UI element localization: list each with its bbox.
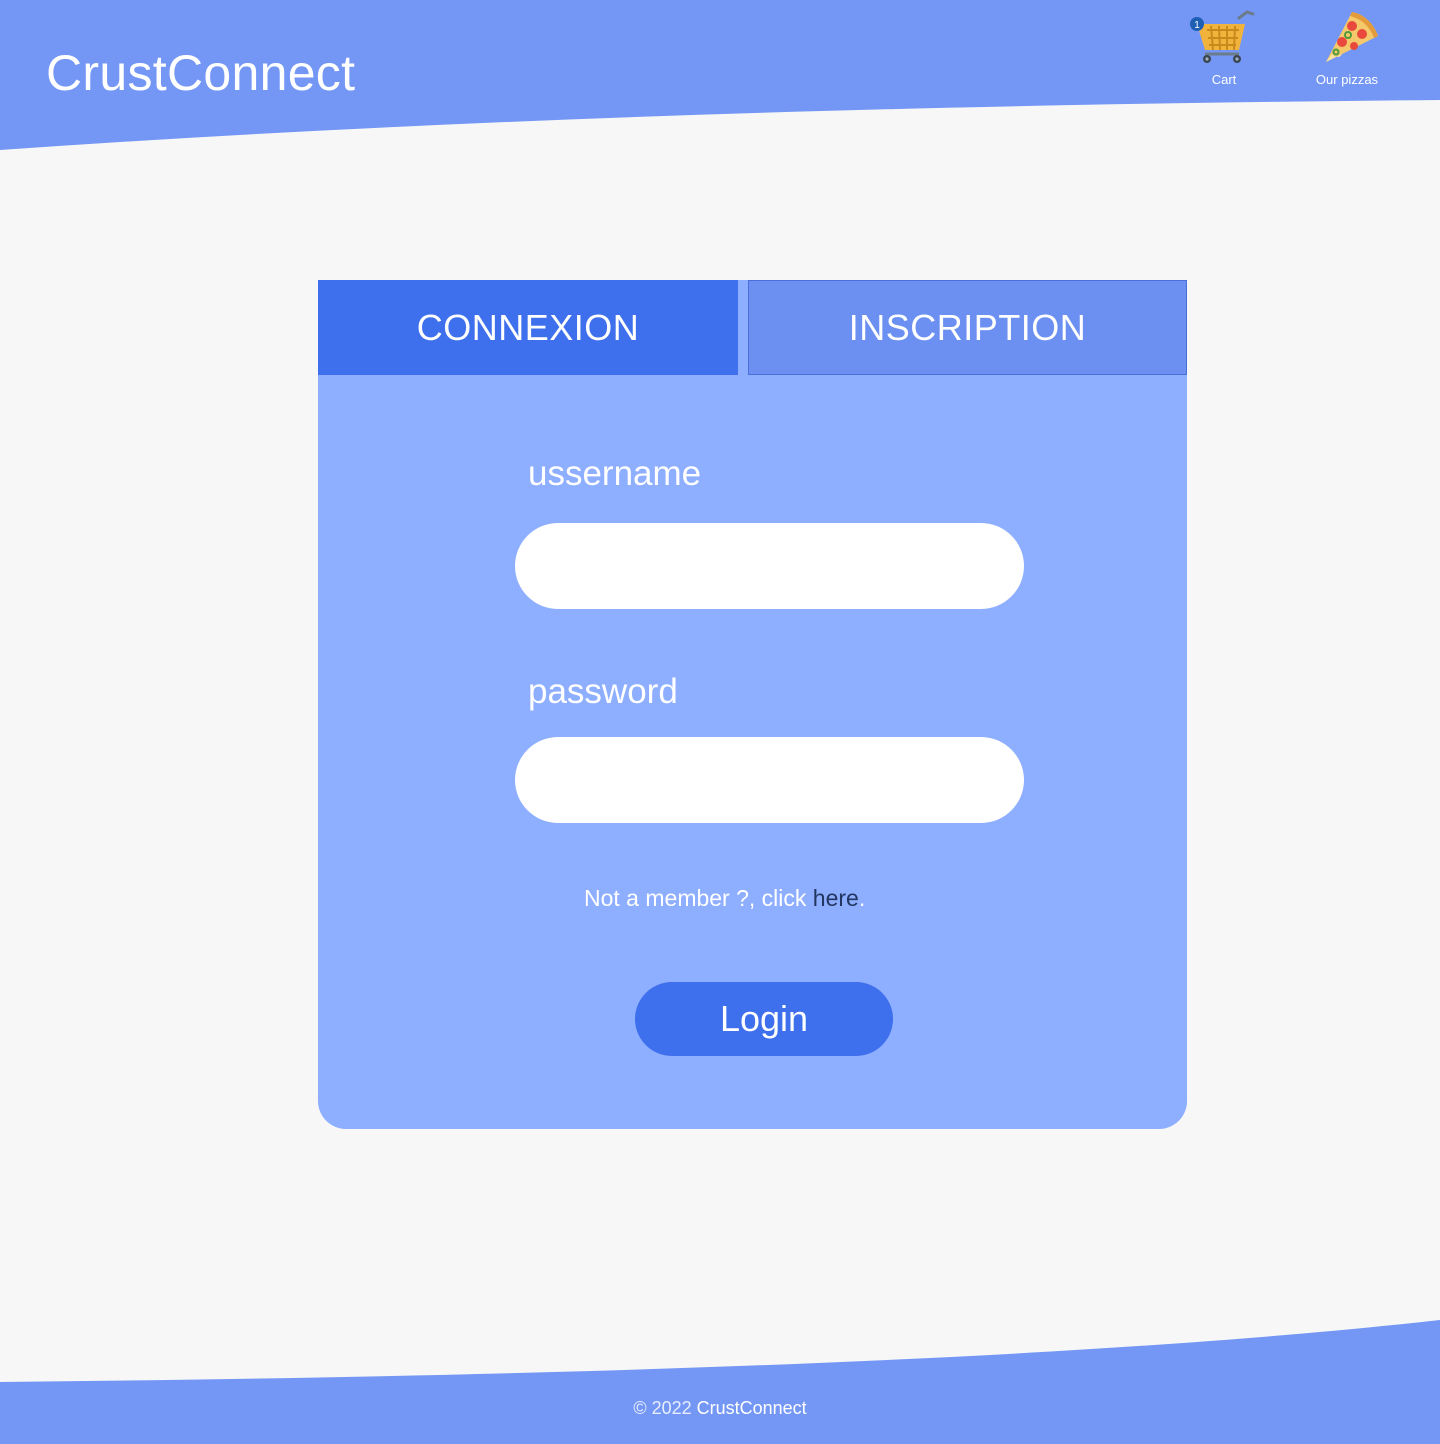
cart-badge: 1 <box>1194 20 1200 31</box>
cart-icon: 1 <box>1190 10 1255 63</box>
copyright-text: © 2022 <box>633 1398 697 1418</box>
nav-cart[interactable]: 1 Cart <box>1179 8 1269 87</box>
signup-prompt: Not a member ?, click here. <box>584 885 865 912</box>
signup-prompt-suffix: . <box>858 885 866 911</box>
signup-link[interactable]: here <box>813 885 859 911</box>
signup-prompt-text: Not a member ?, click <box>584 885 813 911</box>
copyright: © 2022 CrustConnect <box>0 1398 1440 1419</box>
site-footer: © 2022 CrustConnect <box>0 1318 1440 1444</box>
username-input[interactable] <box>515 523 1024 609</box>
footer-wave <box>0 1320 1440 1444</box>
login-button[interactable]: Login <box>635 982 893 1056</box>
password-input[interactable] <box>515 737 1024 823</box>
brand-logo-text[interactable]: CrustConnect <box>46 44 355 102</box>
nav-our-pizzas[interactable]: Our pizzas <box>1302 8 1392 87</box>
our-pizzas-label: Our pizzas <box>1315 72 1379 87</box>
tab-inscription[interactable]: INSCRIPTION <box>748 280 1187 375</box>
pizza-slice-icon <box>1326 12 1378 62</box>
auth-card: CONNEXION INSCRIPTION ussername password… <box>318 280 1187 1129</box>
username-label: ussername <box>528 454 702 493</box>
tab-connexion[interactable]: CONNEXION <box>318 280 738 375</box>
copyright-brand: CrustConnect <box>696 1398 807 1418</box>
cart-label: Cart <box>1211 72 1237 87</box>
password-label: password <box>528 672 678 711</box>
site-header: CrustConnect 1 Cart Our pizzas <box>0 0 1440 150</box>
